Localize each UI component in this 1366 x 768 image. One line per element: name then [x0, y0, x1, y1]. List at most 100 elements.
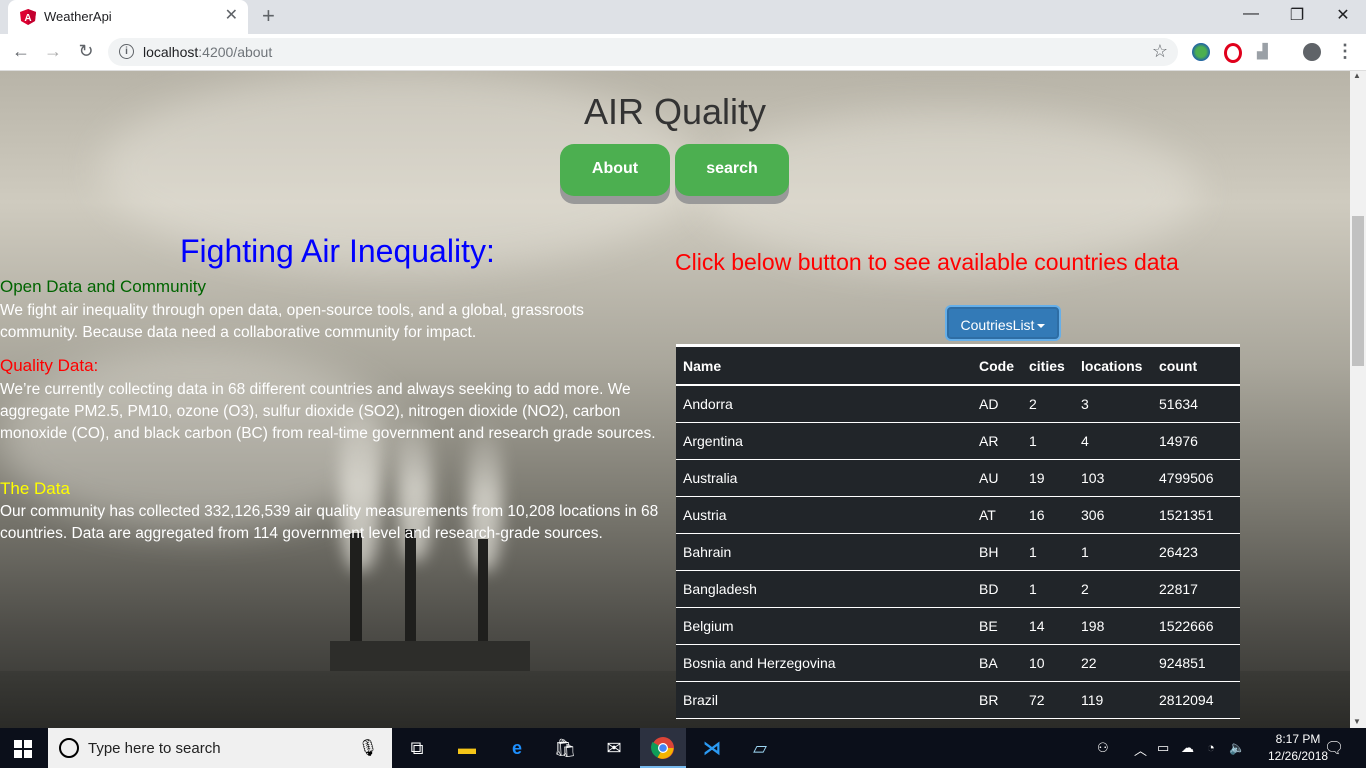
windows-start-icon[interactable] — [14, 740, 32, 758]
table-cell: 306 — [1074, 496, 1152, 534]
table-cell: 1 — [1022, 422, 1074, 460]
table-row: Belgium BE 14 198 1522666 — [676, 607, 1240, 645]
table-cell: 26423 — [1152, 533, 1240, 571]
file-explorer-icon[interactable]: ▬ — [455, 736, 479, 760]
table-cell: Belgium — [676, 607, 972, 645]
table-cell: 4 — [1074, 422, 1152, 460]
page-scrollbar[interactable]: ▲ ▼ — [1350, 71, 1366, 728]
store-icon[interactable]: 🛍 — [553, 736, 577, 760]
microphone-icon[interactable]: 🎙 — [358, 738, 378, 758]
taskbar-clock[interactable]: 8:17 PM 12/26/2018 — [1268, 731, 1328, 765]
start-pane — [24, 750, 32, 758]
caret-down-icon — [1037, 324, 1046, 329]
clock-date: 12/26/2018 — [1268, 749, 1329, 763]
table-cell: 2 — [1022, 385, 1074, 423]
the-data-text: Our community has collected 332,126,539 … — [0, 503, 659, 542]
chrome-taskbar-active[interactable] — [640, 728, 686, 768]
back-icon[interactable]: ← — [10, 41, 32, 62]
edge-icon[interactable]: e — [505, 736, 529, 760]
search-button[interactable]: search — [675, 144, 789, 196]
open-data-heading: Open Data and Community — [0, 277, 206, 296]
cortana-icon — [59, 738, 79, 758]
table-cell: 119 — [1074, 681, 1152, 719]
browser-tab[interactable]: A WeatherApi ✕ — [8, 0, 248, 34]
table-cell: Andorra — [676, 385, 972, 423]
table-cell: AR — [972, 422, 1022, 460]
windows-taskbar: Type here to search 🎙 ⧉ ▬ e 🛍 ✉ ⋊ ▱ ⚇ ︿ … — [0, 728, 1366, 768]
start-pane — [14, 750, 22, 758]
table-cell: 1522666 — [1152, 607, 1240, 645]
scroll-down-icon[interactable]: ▼ — [1353, 717, 1361, 726]
table-cell: Bahrain — [676, 533, 972, 571]
url-text: localhost:4200/about — [143, 44, 272, 60]
onedrive-icon[interactable]: ☁ — [1181, 740, 1194, 756]
reload-icon[interactable]: ↻ — [75, 41, 97, 62]
info-icon[interactable]: i — [119, 44, 134, 59]
start-pane — [24, 740, 32, 748]
wifi-icon[interactable]: ◔ — [1207, 740, 1215, 755]
battery-icon[interactable]: ▭ — [1157, 740, 1169, 756]
column-header: Name — [676, 347, 972, 386]
table-cell: 16 — [1022, 496, 1074, 534]
signal-extension-icon[interactable]: ▟ — [1257, 43, 1275, 61]
table-cell: 1 — [1022, 570, 1074, 608]
table-cell: 14 — [1022, 607, 1074, 645]
about-button[interactable]: About — [560, 144, 670, 196]
column-header: count — [1152, 347, 1240, 386]
opera-extension-icon[interactable] — [1224, 43, 1242, 63]
bookmark-star-icon[interactable]: ☆ — [1152, 41, 1168, 62]
profile-avatar-icon[interactable] — [1303, 43, 1321, 61]
mail-icon[interactable]: ✉ — [602, 736, 626, 760]
the-data-heading: The Data — [0, 479, 70, 498]
search-placeholder: Type here to search — [88, 740, 221, 757]
scroll-thumb[interactable] — [1352, 216, 1364, 366]
volume-icon[interactable]: 🔈 — [1229, 740, 1245, 756]
forward-icon[interactable]: → — [42, 41, 64, 62]
table-cell: 10 — [1022, 644, 1074, 682]
new-tab-button[interactable]: + — [262, 5, 275, 27]
table-cell: Bangladesh — [676, 570, 972, 608]
people-icon[interactable]: ⚇ — [1097, 740, 1109, 756]
countries-list-dropdown[interactable]: CoutriesList — [947, 307, 1059, 339]
tray-expand-icon[interactable]: ︿ — [1134, 740, 1147, 759]
table-cell: 1 — [1074, 533, 1152, 571]
section-heading: Fighting Air Inequality: — [180, 233, 495, 269]
tab-close-icon[interactable]: ✕ — [225, 7, 238, 25]
restore-button[interactable]: ❐ — [1282, 5, 1312, 25]
task-view-icon[interactable]: ⧉ — [405, 736, 429, 760]
table-cell: AD — [972, 385, 1022, 423]
scroll-up-icon[interactable]: ▲ — [1353, 71, 1361, 80]
menu-kebab-icon[interactable]: ⋮ — [1334, 41, 1356, 62]
table-cell: BR — [972, 681, 1022, 719]
table-cell: 14976 — [1152, 422, 1240, 460]
taskbar-search[interactable]: Type here to search 🎙 — [48, 728, 392, 768]
table-cell: Austria — [676, 496, 972, 534]
table-row: Brazil BR 72 119 2812094 — [676, 681, 1240, 719]
table-row: Bahrain BH 1 1 26423 — [676, 533, 1240, 571]
table-cell: 72 — [1022, 681, 1074, 719]
extension-globe-icon[interactable] — [1192, 43, 1210, 61]
table-row: Austria AT 16 306 1521351 — [676, 496, 1240, 534]
table-cell: 22817 — [1152, 570, 1240, 608]
minimize-button[interactable]: — — [1236, 5, 1266, 23]
table-cell: 19 — [1022, 459, 1074, 497]
table-cell: 2812094 — [1152, 681, 1240, 719]
table-cell: BH — [972, 533, 1022, 571]
table-cell: AU — [972, 459, 1022, 497]
table-row: Argentina AR 1 4 14976 — [676, 422, 1240, 460]
column-header: Code — [972, 347, 1022, 386]
angular-icon: A — [20, 9, 36, 25]
table-cell: Australia — [676, 459, 972, 497]
table-header-row: Name Code cities locations count — [676, 347, 1240, 386]
countries-table-container: Name Code cities locations count Andorra… — [676, 344, 1240, 719]
table-row: Andorra AD 2 3 51634 — [676, 385, 1240, 423]
address-bar[interactable]: i localhost:4200/about ☆ — [108, 38, 1178, 66]
column-header: locations — [1074, 347, 1152, 386]
table-cell: 1521351 — [1152, 496, 1240, 534]
notifications-icon[interactable]: 🗨 — [1324, 738, 1344, 758]
close-window-button[interactable]: ✕ — [1328, 5, 1358, 25]
vscode-icon[interactable]: ⋊ — [700, 736, 724, 760]
table-cell: 51634 — [1152, 385, 1240, 423]
table-cell: 2 — [1074, 570, 1152, 608]
notepad-icon[interactable]: ▱ — [748, 736, 772, 760]
